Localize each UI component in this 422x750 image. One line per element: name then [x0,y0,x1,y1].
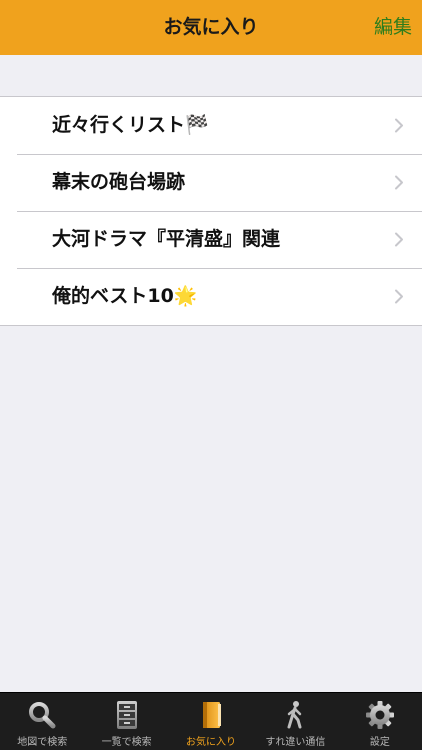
favorite-item-label: 幕末の砲台場跡 [52,171,186,193]
favorite-item-bakumatsu-batteries[interactable]: 幕末の砲台場跡 [0,154,422,211]
cabinet-icon [116,701,137,729]
favorite-item-label: 大河ドラマ『平清盛』関連 [52,228,281,250]
favorite-item-taiga-drama[interactable]: 大河ドラマ『平清盛』関連 [0,211,422,268]
edit-button[interactable]: 編集 [374,0,412,55]
tab-bar: 地図で検索 一覧で検索 お気に入り すれ違い通信 設定 [0,692,422,750]
tab-label: 設定 [369,737,390,748]
magnifier-icon [29,702,56,729]
favorite-item-best-10[interactable]: 俺的ベスト10🌟 [0,268,422,325]
gear-icon [365,701,394,729]
chevron-right-icon [395,175,403,190]
chevron-right-icon [395,289,403,304]
navigation-bar: お気に入り 編集 [0,0,422,55]
favorite-item-label: 近々行くリスト🏁 [52,114,209,136]
walking-person-icon [287,701,302,729]
favorite-item-label: 俺的ベスト10🌟 [52,285,198,307]
chevron-right-icon [395,232,403,247]
tab-list-search[interactable]: 一覧で検索 [84,693,168,750]
tab-map-search[interactable]: 地図で検索 [0,693,84,750]
tab-label: 一覧で検索 [101,737,152,748]
favorite-item-upcoming[interactable]: 近々行くリスト🏁 [0,97,422,154]
tab-label: お気に入り [186,737,237,748]
chevron-right-icon [395,118,403,133]
tab-favorites[interactable]: お気に入り [169,693,253,750]
tab-label: 地図で検索 [17,737,68,748]
tab-streetpass[interactable]: すれ違い通信 [253,693,337,750]
tab-settings[interactable]: 設定 [338,693,422,750]
book-icon [203,702,222,728]
page-title: お気に入り [163,16,259,38]
favorites-list: 近々行くリスト🏁 幕末の砲台場跡 大河ドラマ『平清盛』関連 俺的ベスト10🌟 [0,96,422,326]
tab-label: すれ違い通信 [265,737,326,748]
